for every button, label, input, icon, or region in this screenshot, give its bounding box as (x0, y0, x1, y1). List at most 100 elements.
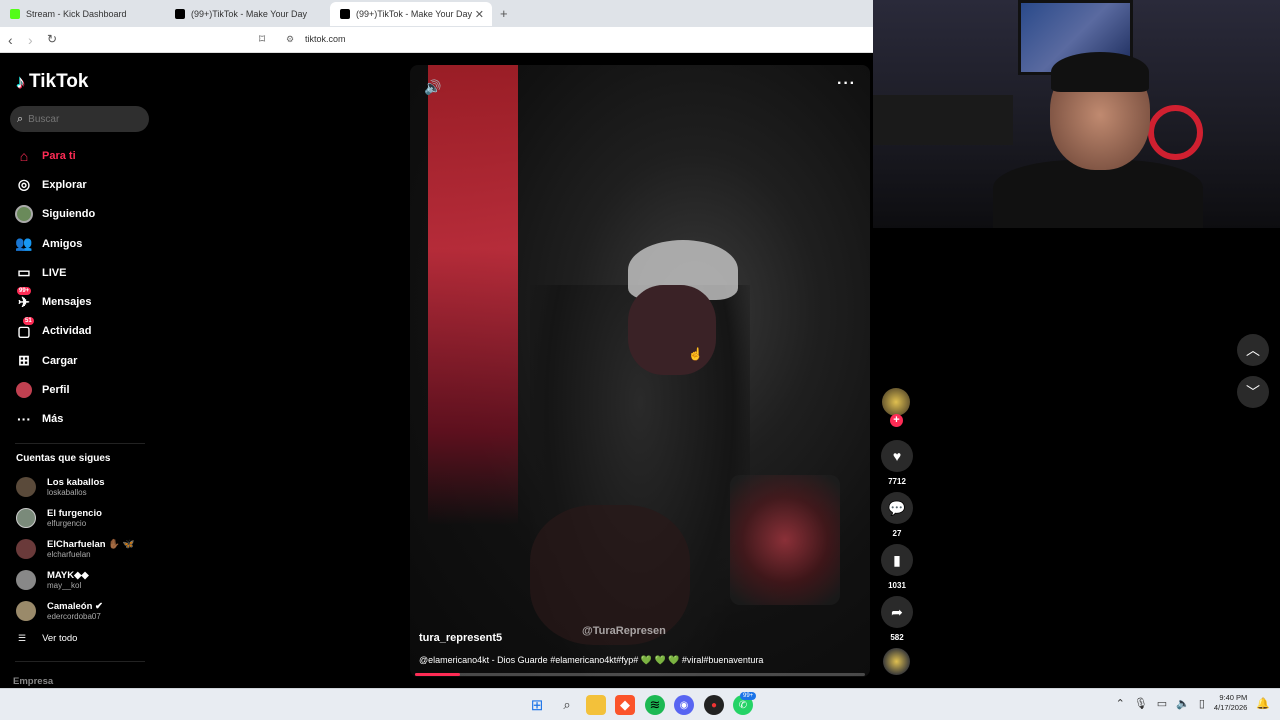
account-name: El furgencio (47, 507, 102, 519)
windows-start-icon[interactable]: ⊞ (527, 695, 547, 715)
more-options-icon[interactable]: ··· (837, 75, 856, 93)
see-all-link[interactable]: ☰ Ver todo (18, 633, 77, 644)
browser-window: Stream - Kick Dashboard (99+)TikTok - Ma… (0, 0, 873, 688)
tab-tiktok-active[interactable]: (99+)TikTok - Make Your Day ✕ (330, 2, 492, 26)
obs-icon[interactable]: ● (704, 695, 724, 715)
nav-label: Mensajes (42, 296, 92, 309)
clock[interactable]: 9:40 PM 4/17/2026 (1214, 693, 1247, 713)
webcam-sign (1148, 105, 1203, 160)
video-progress-bar[interactable] (415, 673, 865, 676)
footer-empresa[interactable]: Empresa (13, 676, 53, 687)
avatar (16, 508, 36, 528)
account-item[interactable]: Los kaballos loskaballos (16, 473, 156, 501)
nav-label: Más (42, 413, 64, 426)
forward-icon[interactable]: › (28, 32, 33, 48)
tab-label: (99+)TikTok - Make Your Day (356, 9, 472, 19)
close-icon[interactable]: ✕ (475, 8, 484, 21)
comment-button[interactable]: 💬 (881, 492, 913, 524)
tiktok-icon (175, 9, 185, 19)
nav-para-ti[interactable]: ⌂ Para ti (0, 141, 160, 170)
save-count: 1031 (888, 581, 906, 590)
follow-plus-icon[interactable]: + (890, 414, 903, 427)
video-caption[interactable]: @elamericano4kt - Dios Guarde #elamerica… (419, 655, 763, 666)
address-bar: ‹ › ↻ ⌑ ⚙ tiktok.com (0, 27, 873, 53)
scroll-up-button[interactable]: ︿ (1237, 334, 1269, 366)
spotify-icon[interactable]: ≋ (645, 695, 665, 715)
notification-bell-icon[interactable]: 🔔 (1256, 697, 1270, 710)
divider (15, 661, 145, 662)
nav-cargar[interactable]: ⊞ Cargar (0, 346, 160, 375)
upload-icon: ⊞ (18, 352, 30, 369)
save-button[interactable]: ▮ (881, 544, 913, 576)
sidebar: ♪ TikTok ⌕ ⌂ Para ti ◎ Explorar Siguiend… (0, 53, 160, 688)
video-phone-light (730, 475, 840, 605)
bookmark-icon[interactable]: ⌑ (259, 32, 265, 46)
messages-icon: ✈ (18, 293, 30, 310)
nav-siguiendo[interactable]: Siguiendo (0, 200, 160, 229)
hand-cursor-icon: ☝ (688, 347, 703, 361)
tiktok-icon (340, 9, 350, 19)
nav-mas[interactable]: ··· Más (0, 405, 160, 434)
url-text[interactable]: tiktok.com (305, 34, 346, 44)
nav-label: Para ti (42, 149, 76, 162)
reload-icon[interactable]: ↻ (47, 32, 57, 46)
tab-kick[interactable]: Stream - Kick Dashboard (0, 2, 165, 26)
volume-icon[interactable]: 🔊 (424, 79, 441, 96)
search-input[interactable] (28, 113, 139, 125)
clock-time: 9:40 PM (1219, 693, 1248, 702)
share-button[interactable]: ➦ (881, 596, 913, 628)
account-handle: elcharfuelan (47, 549, 91, 559)
video-hand (530, 505, 690, 645)
nav-label: LIVE (42, 266, 67, 279)
account-item[interactable]: Camaleón ✔ edercordoba07 (16, 597, 156, 625)
account-handle: elfurgencio (47, 518, 87, 528)
tab-tiktok-1[interactable]: (99+)TikTok - Make Your Day (165, 2, 330, 26)
account-handle: edercordoba07 (47, 611, 101, 621)
chevron-up-icon: ︿ (1246, 342, 1260, 358)
nav-mensajes[interactable]: ✈ 99+ Mensajes (0, 287, 160, 316)
search-icon[interactable]: ⌕ (557, 695, 577, 715)
avatar-icon (15, 205, 33, 224)
avatar (16, 601, 36, 621)
site-info-icon[interactable]: ⚙ (286, 34, 294, 45)
account-item[interactable]: El furgencio elfurgencio (16, 504, 156, 532)
webcam-hair (1051, 52, 1149, 92)
like-count: 7712 (888, 477, 906, 486)
discord-icon[interactable]: ◉ (674, 695, 694, 715)
video-background-wall (428, 65, 518, 525)
chevron-up-icon[interactable]: ⌃ (1116, 697, 1125, 710)
music-disc-icon[interactable] (883, 648, 910, 675)
account-name: MAYK◆◆ (47, 569, 89, 581)
compass-icon: ◎ (17, 176, 31, 193)
creator-avatar[interactable] (882, 388, 910, 416)
account-item[interactable]: ElCharfuelan ✋🏾 🦋 elcharfuelan (16, 535, 156, 563)
account-handle: may__kol (47, 580, 82, 590)
back-icon[interactable]: ‹ (8, 32, 13, 48)
new-tab-button[interactable]: + (500, 6, 508, 21)
nav-actividad[interactable]: ▢ 51 Actividad (0, 316, 160, 346)
nav-label: Explorar (42, 178, 87, 191)
tiktok-logo[interactable]: ♪ TikTok (16, 71, 88, 93)
battery-icon[interactable]: ▯ (1199, 697, 1205, 710)
nav-amigos[interactable]: 👥 Amigos (0, 229, 160, 258)
video-face (628, 285, 716, 375)
microphone-icon[interactable]: 🎙 (1134, 697, 1148, 710)
volume-icon[interactable]: 🔈 (1176, 697, 1190, 710)
nav-label: Siguiendo (42, 208, 96, 221)
comment-icon: 💬 (888, 499, 906, 516)
bookmark-icon: ▮ (893, 551, 901, 568)
search-box[interactable]: ⌕ (10, 106, 149, 132)
account-name: ElCharfuelan ✋🏾 🦋 (47, 538, 135, 550)
nav-explorar[interactable]: ◎ Explorar (0, 170, 160, 199)
account-item[interactable]: MAYK◆◆ may__kol (16, 566, 156, 594)
like-button[interactable]: ♥ (881, 440, 913, 472)
brave-browser-icon[interactable]: ◆ (615, 695, 635, 715)
nav-live[interactable]: ▭ LIVE (0, 258, 160, 287)
video-player[interactable]: @TuraRepresen 🔊 ··· tura_represent5 @ela… (410, 65, 870, 677)
network-icon[interactable]: ▭ (1157, 697, 1167, 710)
scroll-down-button[interactable]: ﹀ (1237, 376, 1269, 408)
file-explorer-icon[interactable] (586, 695, 606, 715)
nav-perfil[interactable]: Perfil (0, 375, 160, 404)
divider (15, 443, 145, 444)
video-author[interactable]: tura_represent5 (419, 632, 502, 644)
